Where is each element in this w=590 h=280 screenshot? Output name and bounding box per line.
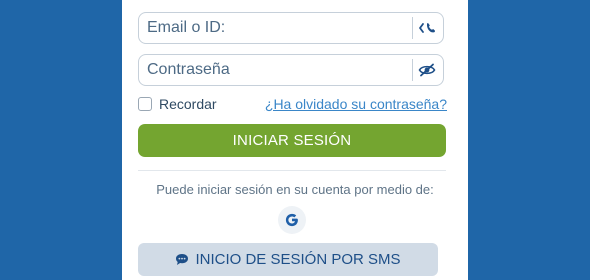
login-button[interactable]: INICIAR SESIÓN [138, 124, 446, 157]
google-icon [285, 213, 298, 227]
remember-checkbox[interactable] [138, 97, 152, 111]
remember-label: Recordar [159, 96, 217, 112]
email-id-field[interactable]: Email o ID: [138, 12, 444, 44]
password-placeholder: Contraseña [147, 61, 230, 78]
email-id-placeholder: Email o ID: [147, 19, 226, 36]
chat-bubble-icon [176, 254, 189, 265]
sms-login-label: INICIO DE SESIÓN POR SMS [195, 251, 401, 268]
login-card: Email o ID: Contraseña Recordar ¿Ha olvi… [122, 0, 468, 280]
alt-login-hint: Puede iniciar sesión en su cuenta por me… [156, 182, 434, 197]
field-divider [412, 17, 413, 39]
password-field[interactable]: Contraseña [138, 54, 444, 86]
field-divider [412, 59, 413, 81]
hide-password-icon[interactable] [417, 60, 437, 80]
phone-switch-icon[interactable] [417, 18, 437, 38]
forgot-password-link[interactable]: ¿Ha olvidado su contraseña? [265, 96, 447, 112]
sms-login-button[interactable]: INICIO DE SESIÓN POR SMS [138, 243, 438, 276]
google-login-button[interactable] [278, 206, 306, 234]
divider [138, 170, 446, 171]
